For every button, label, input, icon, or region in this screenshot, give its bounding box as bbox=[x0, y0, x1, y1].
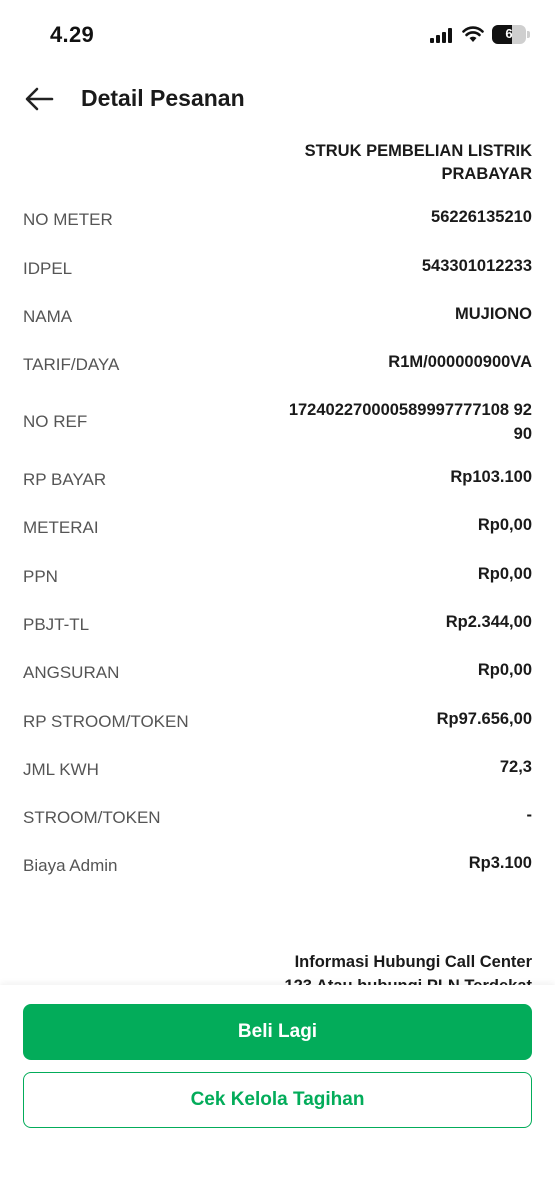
receipt-title-line1: STRUK PEMBELIAN LISTRIK bbox=[304, 142, 532, 160]
row-label: RP BAYAR bbox=[23, 470, 107, 489]
row-label: PPN bbox=[23, 567, 58, 586]
signal-icon bbox=[430, 28, 454, 43]
row-value: 72,3 bbox=[499, 758, 532, 776]
row-label: JML KWH bbox=[23, 760, 99, 779]
arrow-left-icon bbox=[25, 87, 54, 111]
row-value: Rp2.344,00 bbox=[445, 613, 532, 631]
receipt-title-line2: PRABAYAR bbox=[441, 165, 532, 183]
row-label: TARIF/DAYA bbox=[23, 355, 120, 374]
wifi-icon bbox=[462, 25, 484, 43]
row-value-line1: 172402270000589997777108 92 bbox=[288, 401, 532, 419]
row-label: PBJT-TL bbox=[23, 615, 90, 634]
row-value: R1M/000000900VA bbox=[388, 353, 532, 371]
row-label: NAMA bbox=[23, 307, 73, 326]
status-time: 4.29 bbox=[50, 22, 95, 47]
receipt-title: STRUK PEMBELIAN LISTRIK PRABAYAR bbox=[232, 140, 532, 186]
row-value: Rp0,00 bbox=[477, 565, 532, 583]
row-value: Rp97.656,00 bbox=[436, 710, 532, 728]
row-label: Biaya Admin bbox=[23, 856, 118, 875]
row-value: Rp103.100 bbox=[450, 468, 532, 486]
battery-level: 6 bbox=[505, 26, 513, 41]
app-header: Detail Pesanan bbox=[0, 70, 555, 130]
page-title: Detail Pesanan bbox=[81, 85, 245, 111]
status-bar: 4.29 6 bbox=[0, 0, 555, 70]
battery-tip bbox=[527, 31, 530, 38]
battery-icon: 6 bbox=[492, 25, 526, 44]
row-value: 56226135210 bbox=[431, 208, 532, 226]
bottom-action-panel: Beli Lagi Cek Kelola Tagihan bbox=[0, 985, 555, 1200]
call-center-line1: Informasi Hubungi Call Center bbox=[294, 953, 532, 971]
row-label: NO REF bbox=[23, 412, 88, 431]
row-value: 172402270000589997777108 92 90 bbox=[289, 398, 532, 446]
row-value: 543301012233 bbox=[421, 257, 532, 275]
row-label: IDPEL bbox=[23, 259, 73, 278]
row-value: Rp0,00 bbox=[477, 516, 532, 534]
back-button[interactable] bbox=[22, 82, 58, 116]
row-label: METERAI bbox=[23, 518, 99, 537]
row-label: ANGSURAN bbox=[23, 663, 120, 682]
row-label: STROOM/TOKEN bbox=[23, 808, 161, 827]
cek-kelola-tagihan-button[interactable]: Cek Kelola Tagihan bbox=[23, 1072, 532, 1128]
beli-lagi-button[interactable]: Beli Lagi bbox=[23, 1004, 532, 1060]
row-label: RP STROOM/TOKEN bbox=[23, 712, 189, 731]
row-value: MUJIONO bbox=[454, 305, 532, 323]
row-value: - bbox=[526, 806, 533, 824]
row-value: Rp3.100 bbox=[468, 854, 532, 872]
row-label: NO METER bbox=[23, 210, 113, 229]
row-value-line2: 90 bbox=[513, 425, 532, 443]
row-value: Rp0,00 bbox=[477, 661, 532, 679]
